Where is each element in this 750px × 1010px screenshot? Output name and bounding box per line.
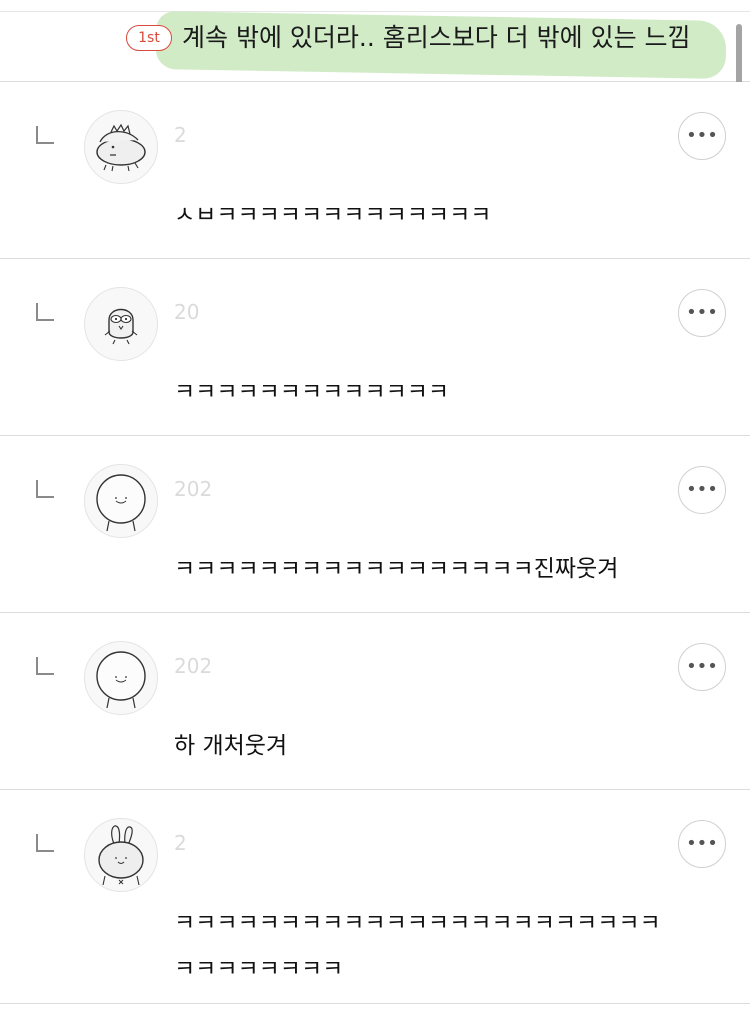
reply-item: 2 ••• ㅅㅂㅋㅋㅋㅋㅋㅋㅋㅋㅋㅋㅋㅋㅋ bbox=[0, 82, 750, 259]
bunny-avatar-icon bbox=[98, 825, 144, 886]
more-options-button[interactable]: ••• bbox=[678, 466, 726, 514]
reply-arrow-icon bbox=[36, 303, 54, 321]
reply-text: ㅋㅋㅋㅋㅋㅋㅋㅋㅋㅋㅋㅋㅋㅋㅋㅋㅋㅋㅋㅋㅋㅋㅋ ㅋㅋㅋㅋㅋㅋㅋㅋ bbox=[174, 910, 661, 982]
reply-text: 하 개처웃겨 bbox=[174, 733, 288, 759]
comment-date: 2 bbox=[174, 831, 187, 855]
reply-text: ㅅㅂㅋㅋㅋㅋㅋㅋㅋㅋㅋㅋㅋㅋㅋ bbox=[174, 202, 492, 228]
more-options-button[interactable]: ••• bbox=[678, 289, 726, 337]
avatar[interactable] bbox=[84, 464, 158, 538]
reply-text: ㅋㅋㅋㅋㅋㅋㅋㅋㅋㅋㅋㅋㅋ bbox=[174, 379, 450, 405]
parent-comment-text: 계속 밖에 있더라.. 홈리스보다 더 밖에 있는 느낌 bbox=[182, 23, 691, 52]
comment-date: 2 bbox=[174, 123, 187, 147]
more-icon: ••• bbox=[686, 833, 718, 854]
dinosaur-avatar-icon bbox=[96, 123, 146, 172]
user-meta: 2 bbox=[174, 122, 434, 174]
reply-item: 202 ••• ㅋㅋㅋㅋㅋㅋㅋㅋㅋㅋㅋㅋㅋㅋㅋㅋㅋ진짜웃겨 bbox=[0, 436, 750, 613]
more-options-button[interactable]: ••• bbox=[678, 112, 726, 160]
round-face-avatar-icon bbox=[96, 474, 146, 532]
reply-arrow-icon bbox=[36, 480, 54, 498]
more-icon: ••• bbox=[686, 125, 718, 146]
comment-date: 202 bbox=[174, 654, 213, 678]
avatar[interactable] bbox=[84, 110, 158, 184]
round-face-avatar-icon bbox=[96, 651, 146, 709]
reply-text: ㅋㅋㅋㅋㅋㅋㅋㅋㅋㅋㅋㅋㅋㅋㅋㅋㅋ진짜웃겨 bbox=[174, 556, 619, 582]
user-meta: 202 bbox=[174, 476, 434, 528]
reply-arrow-icon bbox=[36, 126, 54, 144]
rank-badge: 1st bbox=[126, 25, 172, 51]
avatar[interactable] bbox=[84, 287, 158, 361]
chick-avatar-icon bbox=[104, 308, 138, 345]
more-options-button[interactable]: ••• bbox=[678, 643, 726, 691]
reply-item: 2 ••• ㅋㅋㅋㅋㅋㅋㅋㅋㅋㅋㅋㅋㅋㅋㅋㅋㅋㅋㅋㅋㅋㅋㅋ ㅋㅋㅋㅋㅋㅋㅋㅋ bbox=[0, 790, 750, 1004]
more-icon: ••• bbox=[686, 302, 718, 323]
reply-arrow-icon bbox=[36, 657, 54, 675]
reply-item: 202 ••• 하 개처웃겨 bbox=[0, 613, 750, 790]
avatar[interactable] bbox=[84, 641, 158, 715]
user-meta: 202 bbox=[174, 653, 434, 705]
more-icon: ••• bbox=[686, 479, 718, 500]
more-icon: ••• bbox=[686, 656, 718, 677]
reply-item: 20 ••• ㅋㅋㅋㅋㅋㅋㅋㅋㅋㅋㅋㅋㅋ bbox=[0, 259, 750, 436]
user-meta: 2 bbox=[174, 830, 434, 882]
parent-comment: 1st 계속 밖에 있더라.. 홈리스보다 더 밖에 있는 느낌 bbox=[0, 11, 750, 82]
comment-thread: 1st 계속 밖에 있더라.. 홈리스보다 더 밖에 있는 느낌 2 ••• ㅅ… bbox=[0, 0, 750, 1010]
user-meta: 20 bbox=[174, 299, 434, 351]
top-divider bbox=[0, 0, 750, 12]
avatar[interactable] bbox=[84, 818, 158, 892]
more-options-button[interactable]: ••• bbox=[678, 820, 726, 868]
comment-date: 202 bbox=[174, 477, 213, 501]
reply-arrow-icon bbox=[36, 834, 54, 852]
comment-date: 20 bbox=[174, 300, 200, 324]
